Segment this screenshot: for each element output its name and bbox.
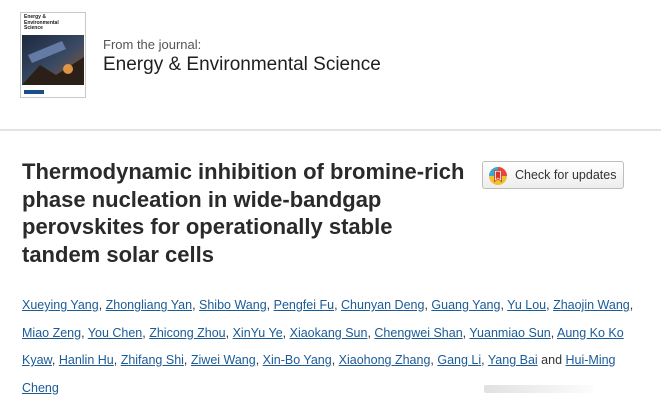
author-link[interactable]: Xiaohong Zhang xyxy=(339,353,431,367)
article-title: Thermodynamic inhibition of bromine-rich… xyxy=(22,159,465,267)
author-link[interactable]: Xin-Bo Yang xyxy=(263,353,332,367)
author-separator: , xyxy=(98,298,106,312)
author-link[interactable]: Zhifang Shi xyxy=(121,353,184,367)
author-link[interactable]: Zhaojin Wang xyxy=(553,298,630,312)
author-link[interactable]: Shibo Wang xyxy=(199,298,267,312)
author-separator: , xyxy=(266,298,274,312)
author-separator: , xyxy=(255,353,263,367)
author-link[interactable]: Xiaokang Sun xyxy=(290,326,368,340)
author-link[interactable]: Yu Lou xyxy=(507,298,546,312)
author-separator: , xyxy=(334,298,342,312)
author-link[interactable]: Miao Zeng xyxy=(22,326,81,340)
author-separator: , xyxy=(629,298,634,312)
author-link[interactable]: Guang Yang xyxy=(431,298,500,312)
journal-from-label: From the journal: xyxy=(103,37,202,52)
cover-artwork xyxy=(22,35,84,85)
author-link[interactable]: Chengwei Shan xyxy=(374,326,462,340)
check-for-updates-label: Check for updates xyxy=(515,168,617,182)
author-separator: , xyxy=(282,325,290,340)
author-link[interactable]: Zhongliang Yan xyxy=(106,298,192,312)
author-separator: , xyxy=(183,353,191,367)
author-link[interactable]: Ziwei Wang xyxy=(191,353,256,367)
author-separator: , xyxy=(81,325,88,340)
author-link[interactable]: Yuanmiao Sun xyxy=(469,326,550,340)
journal-cover-image[interactable]: Energy & Environmental Science xyxy=(20,12,86,98)
crossmark-bookmark-icon xyxy=(489,167,507,185)
author-link[interactable]: Pengfei Fu xyxy=(274,298,334,312)
author-link[interactable]: Xueying Yang xyxy=(22,298,99,312)
author-separator: , xyxy=(192,298,200,312)
author-separator: , xyxy=(225,325,233,340)
author-separator: , xyxy=(51,353,59,367)
journal-header: Energy & Environmental Science From the … xyxy=(0,0,661,128)
publisher-logo xyxy=(24,90,44,94)
author-separator: , xyxy=(113,353,121,367)
author-conjunction: and xyxy=(537,353,566,367)
author-link[interactable]: Gang Li xyxy=(437,353,481,367)
author-link[interactable]: XinYu Ye xyxy=(233,326,283,340)
author-link[interactable]: Hanlin Hu xyxy=(59,353,114,367)
check-for-updates-button[interactable]: Check for updates xyxy=(482,161,624,189)
cover-title: Energy & Environmental Science xyxy=(24,14,59,31)
faded-overlay-text xyxy=(484,385,594,393)
journal-name-link[interactable]: Energy & Environmental Science xyxy=(103,54,381,76)
author-separator: , xyxy=(331,353,339,367)
author-link[interactable]: Yang Bai xyxy=(488,353,538,367)
author-separator: , xyxy=(481,353,488,367)
author-link[interactable]: Zhicong Zhou xyxy=(149,326,225,340)
header-divider xyxy=(0,129,661,131)
author-link[interactable]: You Chen xyxy=(88,326,142,340)
author-link[interactable]: Chunyan Deng xyxy=(341,298,424,312)
